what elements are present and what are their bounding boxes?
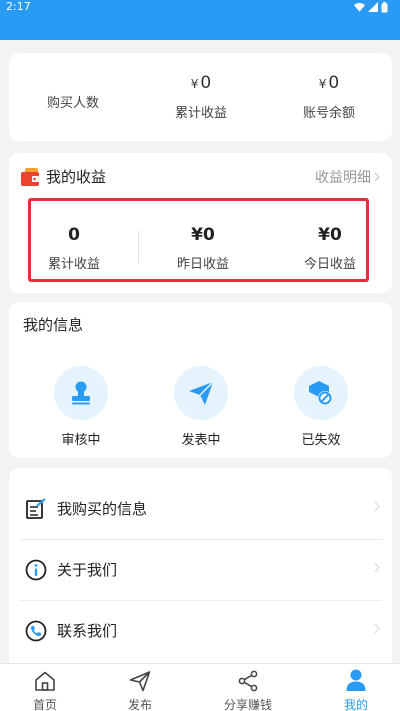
total-income-stat[interactable]: ¥0 累计收益 [155, 73, 247, 122]
earn-divider [138, 231, 139, 263]
info-circle [294, 366, 348, 420]
menu-icon-wrap [24, 619, 48, 643]
info-item-publishing[interactable]: 发表中 [171, 366, 231, 448]
bottom-tab-bar: 首页 发布 分享赚钱 我的 [0, 663, 400, 711]
tab-icon-wrap [316, 664, 396, 692]
earn-total-col[interactable]: 0 累计收益 [35, 201, 113, 279]
info-label: 已失效 [301, 433, 341, 448]
tab-icon-wrap [100, 664, 180, 692]
info-label: 审核中 [61, 433, 101, 448]
earn-total-value: 0 [68, 225, 80, 245]
chevron-right-icon [374, 562, 380, 573]
wifi-icon [354, 2, 365, 12]
earn-total-label: 累计收益 [47, 257, 100, 272]
user-icon [346, 669, 366, 691]
info-title: 我的信息 [23, 316, 84, 334]
tab-label: 我的 [343, 698, 368, 711]
info-card: 我的信息 审核中 发表中 已失效 [9, 302, 392, 458]
menu-item-label: 我购买的信息 [57, 500, 148, 518]
earn-today-col[interactable]: ¥0 今日收益 [290, 201, 370, 279]
stats-card: 购买人数 ¥0 累计收益 ¥0 账号余额 [9, 53, 392, 141]
status-icons [354, 1, 388, 13]
earn-yesterday-col[interactable]: ¥0 昨日收益 [163, 201, 243, 279]
invalid-icon [309, 381, 332, 405]
earnings-title: 我的收益 [46, 168, 107, 186]
buyers-stat[interactable]: 购买人数 [27, 92, 119, 111]
tab-home[interactable]: 首页 [5, 664, 85, 711]
earn-today-label: 今日收益 [303, 257, 356, 272]
send-icon [129, 671, 151, 692]
info-label: 发表中 [181, 433, 221, 448]
wallet-icon [21, 168, 39, 186]
chevron-right-icon [374, 172, 380, 182]
earnings-detail-label: 收益明细 [315, 170, 371, 186]
tab-label: 首页 [32, 698, 57, 711]
battery-icon [381, 1, 388, 12]
menu-icon-wrap [24, 558, 48, 582]
phone-icon [25, 620, 47, 641]
checklist-icon [26, 497, 46, 519]
menu-item-label: 联系我们 [57, 622, 118, 640]
earnings-highlight-box: 0 累计收益 ¥0 昨日收益 ¥0 今日收益 [28, 198, 369, 282]
tab-label: 发布 [127, 698, 152, 711]
total-income-label: 累计收益 [174, 106, 227, 121]
balance-stat[interactable]: ¥0 账号余额 [283, 73, 375, 122]
earn-yesterday-value: ¥0 [191, 225, 215, 245]
info-circle [174, 366, 228, 420]
share-icon [238, 670, 258, 692]
paper-plane-icon [189, 381, 214, 405]
buyers-label: 购买人数 [46, 96, 99, 111]
chevron-right-icon [374, 501, 380, 512]
status-time: 2:17 [6, 0, 31, 13]
menu-item-about-us[interactable]: 关于我们 [19, 539, 382, 600]
menu-item-contact-us[interactable]: 联系我们 [19, 600, 382, 661]
total-income-value: ¥0 [190, 73, 212, 93]
menu-item-purchased-info[interactable]: 我购买的信息 [19, 478, 382, 539]
balance-value: ¥0 [318, 73, 340, 93]
tab-icon-wrap [5, 664, 85, 692]
status-bar: 2:17 [0, 0, 400, 40]
info-item-invalid[interactable]: 已失效 [291, 366, 351, 448]
chevron-right-icon [374, 623, 380, 634]
balance-label: 账号余额 [302, 106, 355, 121]
info-icon [25, 559, 47, 580]
info-item-reviewing[interactable]: 审核中 [51, 366, 111, 448]
tab-label: 分享赚钱 [223, 698, 272, 711]
menu-card: 我购买的信息 关于我们 联系我们 [9, 468, 392, 668]
home-icon [35, 671, 55, 691]
menu-icon-wrap [24, 497, 48, 521]
earnings-detail-link[interactable]: 收益明细 [315, 167, 380, 187]
stamp-icon [72, 381, 90, 405]
tab-mine[interactable]: 我的 [316, 664, 396, 711]
tab-icon-wrap [208, 664, 288, 692]
info-circle [54, 366, 108, 420]
menu-item-label: 关于我们 [57, 561, 118, 579]
earnings-card: 我的收益 收益明细 0 累计收益 ¥0 昨日收益 ¥0 今日收益 [9, 153, 392, 293]
earn-yesterday-label: 昨日收益 [176, 257, 229, 272]
tab-publish[interactable]: 发布 [100, 664, 180, 711]
earn-today-value: ¥0 [318, 225, 342, 245]
tab-share-earn[interactable]: 分享赚钱 [208, 664, 288, 711]
signal-icon [368, 2, 378, 12]
